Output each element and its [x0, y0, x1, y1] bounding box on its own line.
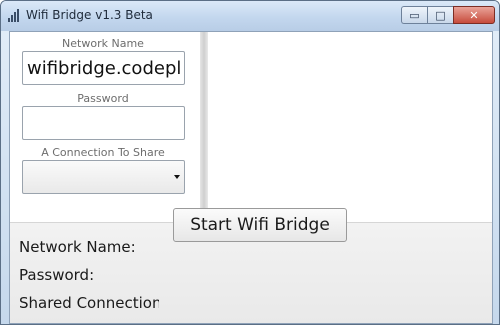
password-label: Password [77, 92, 129, 105]
settings-panel: Network Name Password A Connection To Sh… [10, 32, 200, 222]
connection-label: A Connection To Share [41, 146, 165, 159]
app-window: Wifi Bridge v1.3 Beta ▭ □ ✕ Network Name… [0, 0, 500, 325]
status-shared-connection: Shared Connection [19, 294, 159, 312]
network-name-input[interactable] [22, 51, 185, 85]
start-wifi-bridge-button[interactable]: Start Wifi Bridge [173, 208, 347, 242]
content-panel [208, 32, 492, 222]
network-name-label: Network Name [62, 37, 144, 50]
window-title: Wifi Bridge v1.3 Beta [26, 8, 153, 22]
signal-bars-icon [8, 9, 19, 22]
close-icon: ✕ [469, 8, 479, 22]
maximize-button[interactable]: □ [427, 6, 453, 24]
status-network-name: Network Name: [19, 238, 136, 256]
status-password: Password: [19, 266, 95, 284]
connection-select[interactable] [22, 160, 185, 194]
password-input[interactable] [22, 106, 185, 140]
maximize-icon: □ [435, 8, 446, 22]
splitter[interactable] [200, 32, 208, 222]
minimize-icon: ▭ [409, 8, 420, 22]
window-controls: ▭ □ ✕ [401, 6, 495, 24]
title-bar[interactable]: Wifi Bridge v1.3 Beta ▭ □ ✕ [1, 1, 499, 31]
minimize-button[interactable]: ▭ [401, 6, 427, 24]
chevron-down-icon [174, 175, 180, 179]
close-button[interactable]: ✕ [453, 6, 495, 24]
client-area: Network Name Password A Connection To Sh… [9, 31, 493, 324]
